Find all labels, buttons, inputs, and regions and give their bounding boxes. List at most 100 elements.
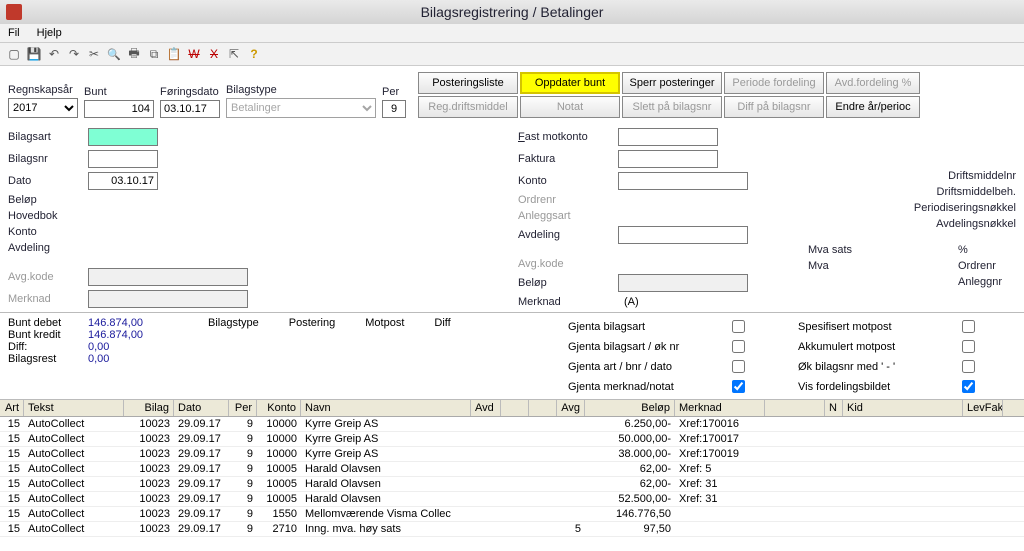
table-row[interactable]: 15AutoCollect1002329.09.17910000Kyrre Gr… xyxy=(0,432,1024,447)
hdr-blank2[interactable] xyxy=(529,400,557,416)
ok-bilagsnr-label: Øk bilagsnr med ' - ' xyxy=(798,361,958,373)
table-header: Art Tekst Bilag Dato Per Konto Navn Avd … xyxy=(0,400,1024,417)
posting-table: Art Tekst Bilag Dato Per Konto Navn Avd … xyxy=(0,399,1024,537)
hdr-tekst[interactable]: Tekst xyxy=(24,400,124,416)
hdr-n[interactable]: N xyxy=(825,400,843,416)
paste-icon[interactable]: 📋 xyxy=(166,46,182,62)
bilagsnr-input[interactable] xyxy=(88,150,158,168)
konto2-input[interactable] xyxy=(618,172,748,190)
hovedbok-label: Hovedbok xyxy=(8,210,88,222)
regnskapsar-select[interactable]: 2017 xyxy=(8,98,78,118)
bunt-kredit-label: Bunt kredit xyxy=(8,329,88,341)
hdr-bilag[interactable]: Bilag xyxy=(124,400,174,416)
bilagstype-select[interactable]: Betalinger xyxy=(226,98,376,118)
menu-fil[interactable]: Fil xyxy=(8,27,20,39)
endre-ar-button[interactable]: Endre år/perioc xyxy=(826,96,920,118)
mva-label: Mva xyxy=(808,260,888,272)
avgkode2-label: Avg.kode xyxy=(518,258,618,270)
hdr-dato[interactable]: Dato xyxy=(174,400,229,416)
print-icon[interactable]: 🖶 xyxy=(126,46,142,62)
spes-motpost-check[interactable] xyxy=(962,320,975,333)
gjenta-bilagsart-ok-label: Gjenta bilagsart / øk nr xyxy=(568,341,728,353)
table-row[interactable]: 15AutoCollect1002329.09.1791550Mellomvær… xyxy=(0,507,1024,522)
per-input[interactable] xyxy=(382,100,406,118)
find-icon[interactable]: 🔍 xyxy=(106,46,122,62)
bunt-label: Bunt xyxy=(84,86,154,98)
hdr-avg[interactable]: Avg xyxy=(557,400,585,416)
avdeling2-label: Avdeling xyxy=(518,229,618,241)
konto2-label: Konto xyxy=(518,175,618,187)
table-row[interactable]: 15AutoCollect1002329.09.17910005Harald O… xyxy=(0,462,1024,477)
gjenta-merknad-check[interactable] xyxy=(732,380,745,393)
merknad-input xyxy=(88,290,248,308)
export-icon[interactable]: ⇱ xyxy=(226,46,242,62)
table-row[interactable]: 15AutoCollect1002329.09.17910005Harald O… xyxy=(0,492,1024,507)
mvasats-label: Mva sats xyxy=(808,244,888,256)
table-row[interactable]: 15AutoCollect1002329.09.1792710Inng. mva… xyxy=(0,522,1024,537)
fast-motkonto-label: Fast motkonto xyxy=(518,131,618,143)
faktura-label: Faktura xyxy=(518,153,618,165)
redo-icon[interactable]: ↷ xyxy=(66,46,82,62)
toolbar: ▢ 💾 ↶ ↷ ✂ 🔍 🖶 ⧉ 📋 W X ⇱ ? xyxy=(0,43,1024,66)
table-row[interactable]: 15AutoCollect1002329.09.17910005Harald O… xyxy=(0,477,1024,492)
avdelingsnokkel-label: Avdelingsnøkkel xyxy=(936,218,1016,230)
new-icon[interactable]: ▢ xyxy=(6,46,22,62)
sums-panel: Bunt debet146.874,00 Bunt kredit146.874,… xyxy=(0,312,1024,399)
table-row[interactable]: 15AutoCollect1002329.09.17910000Kyrre Gr… xyxy=(0,417,1024,432)
gjenta-art-bnr-check[interactable] xyxy=(732,360,745,373)
hdr-navn[interactable]: Navn xyxy=(301,400,471,416)
hdr-blank3[interactable] xyxy=(765,400,825,416)
table-row[interactable]: 15AutoCollect1002329.09.17910000Kyrre Gr… xyxy=(0,447,1024,462)
delw-icon[interactable]: W xyxy=(186,46,202,62)
bunt-input[interactable] xyxy=(84,100,154,118)
gjenta-bilagsart-check[interactable] xyxy=(732,320,745,333)
hdr-kid[interactable]: Kid xyxy=(843,400,963,416)
driftsmiddelnr-label: Driftsmiddelnr xyxy=(948,170,1016,182)
copy-icon[interactable]: ⧉ xyxy=(146,46,162,62)
hdr-konto[interactable]: Konto xyxy=(257,400,301,416)
bilagsart-input[interactable] xyxy=(88,128,158,146)
hdr-merknad[interactable]: Merknad xyxy=(675,400,765,416)
menubar: Fil Hjelp xyxy=(0,24,1024,43)
hdr-art[interactable]: Art xyxy=(0,400,24,416)
bunt-kredit-value: 146.874,00 xyxy=(88,329,143,341)
belop2-label: Beløp xyxy=(518,277,618,289)
avgkode-input xyxy=(88,268,248,286)
help-icon[interactable]: ? xyxy=(246,46,262,62)
cut-icon[interactable]: ✂ xyxy=(86,46,102,62)
menu-hjelp[interactable]: Hjelp xyxy=(37,27,62,39)
hdr-avd[interactable]: Avd xyxy=(471,400,501,416)
fast-motkonto-input[interactable] xyxy=(618,128,718,146)
sperr-posteringer-button[interactable]: Sperr posteringer xyxy=(622,72,722,94)
motpost-sum-label: Motpost xyxy=(365,317,404,329)
akk-motpost-label: Akkumulert motpost xyxy=(798,341,958,353)
per-label: Per xyxy=(382,86,406,98)
hdr-blank1[interactable] xyxy=(501,400,529,416)
vis-fordeling-check[interactable] xyxy=(962,380,975,393)
app-icon xyxy=(6,4,22,20)
driftsmiddelbeh-label: Driftsmiddelbeh. xyxy=(937,186,1016,198)
faktura-input[interactable] xyxy=(618,150,718,168)
posteringsliste-button[interactable]: Posteringsliste xyxy=(418,72,518,94)
bilagsart-label: Bilagsart xyxy=(8,131,88,143)
gjenta-merknad-label: Gjenta merknad/notat xyxy=(568,381,728,393)
hdr-per[interactable]: Per xyxy=(229,400,257,416)
akk-motpost-check[interactable] xyxy=(962,340,975,353)
diff-sum-label: Diff xyxy=(434,317,450,329)
bunt-debet-value: 146.874,00 xyxy=(88,317,143,329)
avdeling-label: Avdeling xyxy=(8,242,88,254)
save-icon[interactable]: 💾 xyxy=(26,46,42,62)
dato-input[interactable] xyxy=(88,172,158,190)
oppdater-bunt-button[interactable]: Oppdater bunt xyxy=(520,72,620,94)
undo-icon[interactable]: ↶ xyxy=(46,46,62,62)
hdr-belop[interactable]: Beløp xyxy=(585,400,675,416)
foringsdato-input[interactable] xyxy=(160,100,220,118)
avdeling2-input[interactable] xyxy=(618,226,748,244)
gjenta-bilagsart-ok-check[interactable] xyxy=(732,340,745,353)
bilagstype-sum-label: Bilagstype xyxy=(208,317,259,329)
ordrenr-label: Ordrenr xyxy=(518,194,618,206)
delx-icon[interactable]: X xyxy=(206,46,222,62)
ok-bilagsnr-check[interactable] xyxy=(962,360,975,373)
periodiseringsnokkel-label: Periodiseringsnøkkel xyxy=(914,202,1016,214)
hdr-levfak[interactable]: LevFak xyxy=(963,400,1003,416)
